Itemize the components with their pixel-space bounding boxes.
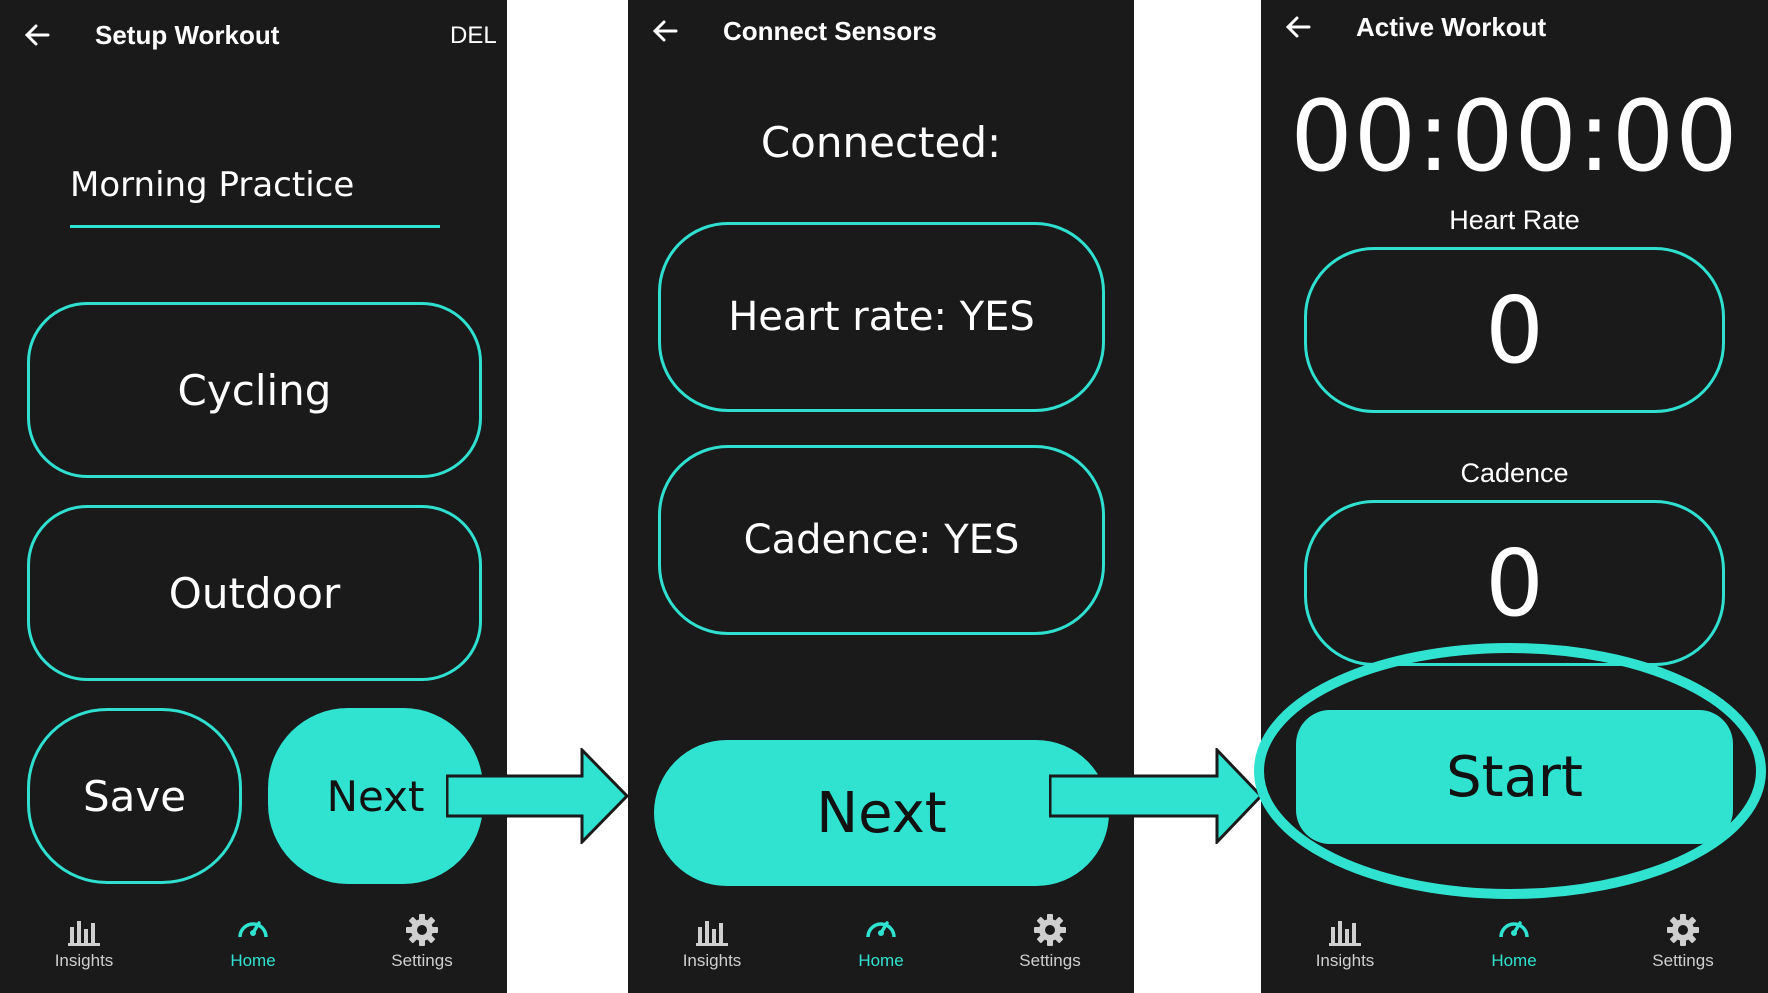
nav-insights-label: Insights [682,951,742,970]
nav-home[interactable]: Home [193,893,313,971]
speedometer-icon [866,921,896,938]
nav-settings-label: Settings [391,951,453,970]
nav-home[interactable]: Home [1454,893,1574,971]
bar-chart-icon [1329,921,1361,946]
delete-button[interactable]: DEL [450,22,497,50]
nav-insights-label: Insights [1315,951,1375,970]
connected-heading: Connected: [760,118,1002,167]
back-arrow-icon[interactable] [1283,12,1313,42]
flow-arrow-icon [1049,748,1264,844]
bar-chart-icon [68,921,100,946]
back-arrow-icon[interactable] [650,16,680,46]
nav-insights[interactable]: Insights [652,893,772,971]
speedometer-icon [238,921,268,938]
page-title: Active Workout [1356,12,1547,42]
page-title: Connect Sensors [723,16,937,46]
page-title: Setup Workout [95,20,280,50]
nav-insights[interactable]: Insights [1285,893,1405,971]
gear-icon [406,914,438,946]
next-button[interactable]: Next [654,740,1109,886]
nav-home-label: Home [230,951,276,970]
heart-rate-label: Heart Rate [1449,205,1580,235]
nav-settings-label: Settings [1652,951,1714,970]
bottom-nav: Insights Home Settings [628,893,1134,993]
environment-option-button[interactable]: Outdoor [27,505,482,681]
nav-home-label: Home [1491,951,1537,970]
nav-settings-label: Settings [1019,951,1081,970]
sport-option-button[interactable]: Cycling [27,302,482,478]
workout-name-input[interactable]: Morning Practice [70,165,440,228]
setup-workout-screen: Setup Workout DEL Morning Practice Cycli… [0,0,507,993]
nav-home-label: Home [858,951,904,970]
nav-settings[interactable]: Settings [1623,893,1743,971]
nav-insights-label: Insights [54,951,114,970]
heart-rate-status: Heart rate: YES [658,222,1105,412]
bar-chart-icon [696,921,728,946]
cadence-label: Cadence [1460,458,1569,488]
nav-settings[interactable]: Settings [362,893,482,971]
flow-arrow-icon [446,748,630,844]
speedometer-icon [1499,921,1529,938]
gear-icon [1034,914,1066,946]
bottom-nav: Insights Home Settings [0,893,507,993]
cadence-status: Cadence: YES [658,445,1105,635]
workout-timer: 00:00:00 [1290,80,1739,194]
back-arrow-icon[interactable] [22,20,52,50]
save-button[interactable]: Save [27,708,242,884]
nav-home[interactable]: Home [821,893,941,971]
start-highlight-ring [1254,643,1766,899]
connect-sensors-screen: Connect Sensors Connected: Heart rate: Y… [628,0,1134,993]
nav-insights[interactable]: Insights [24,893,144,971]
heart-rate-value: 0 [1304,247,1725,413]
bottom-nav: Insights Home Settings [1261,893,1768,993]
gear-icon [1667,914,1699,946]
nav-settings[interactable]: Settings [990,893,1110,971]
